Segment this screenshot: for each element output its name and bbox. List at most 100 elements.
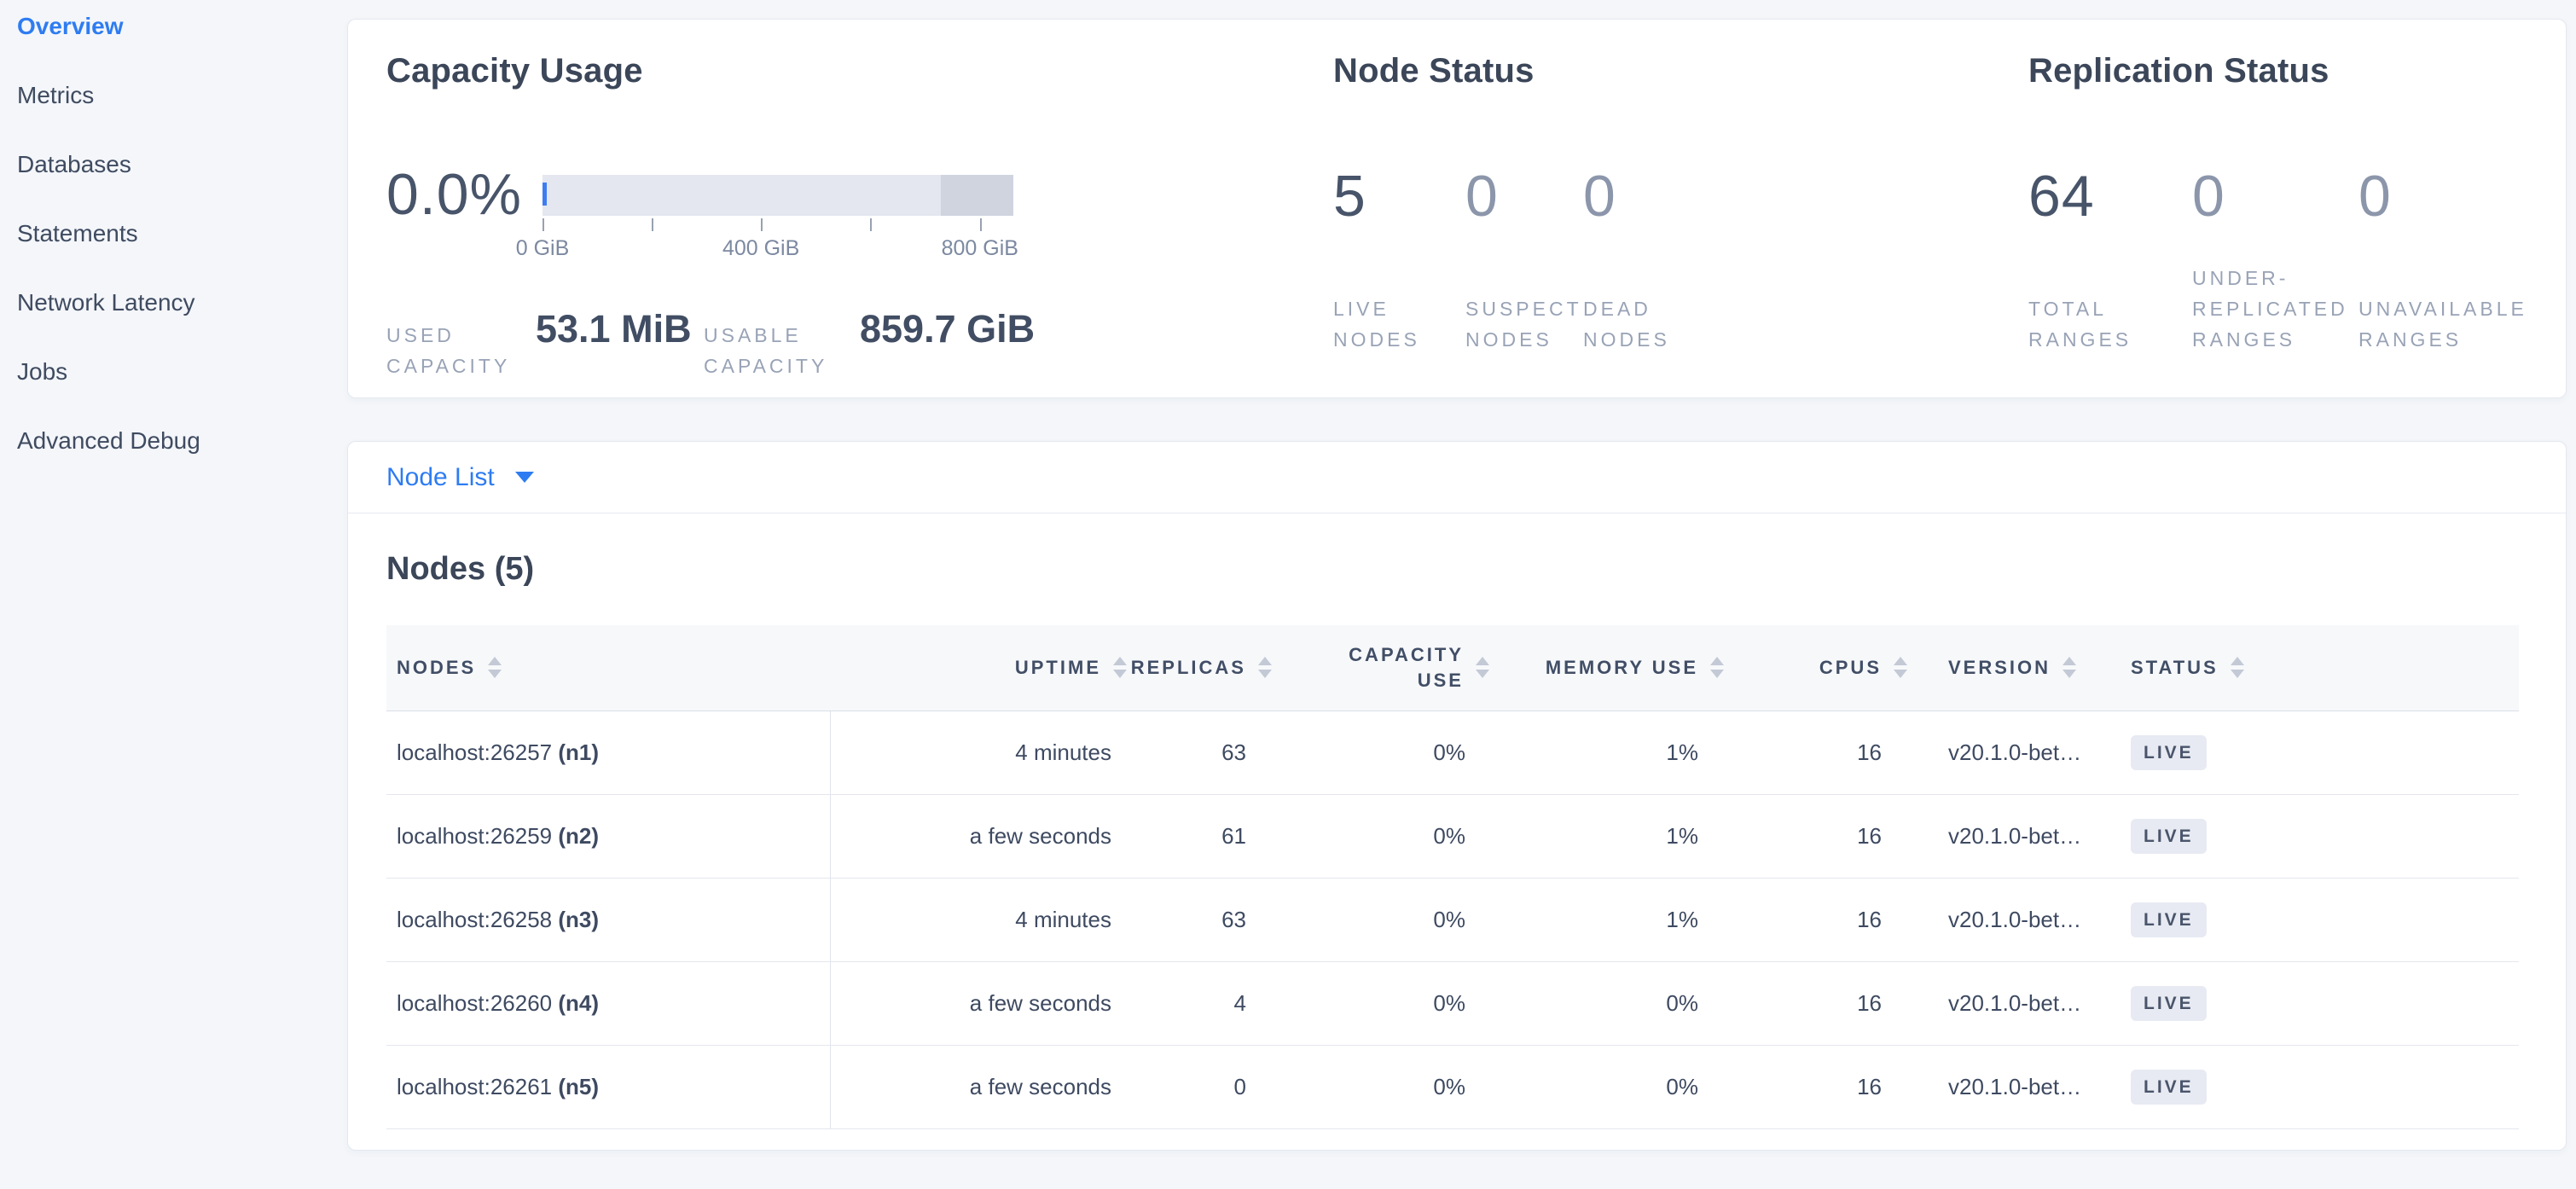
sort-icon — [2231, 657, 2244, 678]
table-row: localhost:26259 (n2) a few seconds 61 0%… — [386, 794, 2519, 878]
dead-nodes-label: DEAD NODES — [1583, 293, 2028, 355]
sort-icon — [1894, 657, 1907, 678]
chevron-down-icon — [515, 472, 534, 483]
status-cell: LIVE — [2109, 961, 2519, 1045]
unavailable-ranges-metric: 0 UNAVAILABLE RANGES — [2358, 167, 2527, 355]
node-address-cell[interactable]: localhost:26259 (n2) — [386, 794, 830, 878]
status-badge: LIVE — [2131, 1070, 2207, 1105]
axis-tick — [652, 218, 653, 231]
version-cell: v20.1.0-bet… — [1909, 878, 2109, 961]
column-header-capacity-use[interactable]: CAPACITY USE — [1273, 625, 1491, 710]
node-status-title: Node Status — [1333, 52, 2028, 90]
status-cell: LIVE — [2109, 1045, 2519, 1128]
nodes-table: NODES UPTIME REPLICAS — [386, 625, 2519, 1129]
capacity-use-cell: 0% — [1273, 1045, 1491, 1128]
table-row: localhost:26258 (n3) 4 minutes 63 0% 1% … — [386, 878, 2519, 961]
sort-icon — [1476, 657, 1489, 678]
capacity-usage-title: Capacity Usage — [386, 52, 1333, 90]
table-row: localhost:26257 (n1) 4 minutes 63 0% 1% … — [386, 710, 2519, 794]
usable-capacity-label: USABLE CAPACITY — [704, 320, 860, 381]
cpus-cell: 16 — [1726, 878, 1909, 961]
node-list-dropdown[interactable]: Node List — [386, 463, 534, 492]
uptime-cell: a few seconds — [830, 1045, 1128, 1128]
version-cell: v20.1.0-bet… — [1909, 961, 2109, 1045]
node-address-cell[interactable]: localhost:26257 (n1) — [386, 710, 830, 794]
sidebar-item-databases[interactable]: Databases — [17, 150, 347, 219]
cpus-cell: 16 — [1726, 961, 1909, 1045]
status-badge: LIVE — [2131, 986, 2207, 1021]
status-badge: LIVE — [2131, 902, 2207, 937]
sidebar-item-overview[interactable]: Overview — [17, 12, 347, 81]
sidebar-item-statements[interactable]: Statements — [17, 219, 347, 288]
column-header-version[interactable]: VERSION — [1909, 625, 2109, 710]
dead-nodes-value: 0 — [1583, 167, 2028, 225]
suspect-nodes-value: 0 — [1465, 167, 1583, 225]
axis-label-0gib: 0 GiB — [516, 236, 570, 261]
sidebar-item-jobs[interactable]: Jobs — [17, 357, 347, 426]
column-header-uptime[interactable]: UPTIME — [830, 625, 1128, 710]
capacity-bar-axis — [542, 218, 1013, 233]
capacity-use-cell: 0% — [1273, 878, 1491, 961]
replication-status-title: Replication Status — [2028, 52, 2527, 90]
status-cell: LIVE — [2109, 794, 2519, 878]
capacity-bar-chart: 0 GiB 400 GiB 800 GiB — [542, 175, 1013, 262]
sort-icon — [2063, 657, 2076, 678]
node-address-cell[interactable]: localhost:26258 (n3) — [386, 878, 830, 961]
capacity-usage-section: Capacity Usage 0.0% — [386, 52, 1333, 397]
total-ranges-value: 64 — [2028, 167, 2192, 225]
axis-tick — [870, 218, 872, 231]
capacity-usage-chart-row: 0.0% — [386, 165, 1333, 262]
memory-use-cell: 0% — [1491, 961, 1726, 1045]
uptime-cell: 4 minutes — [830, 878, 1128, 961]
live-nodes-metric: 5 LIVE NODES — [1333, 167, 1465, 355]
status-cell: LIVE — [2109, 878, 2519, 961]
replicas-cell: 63 — [1128, 878, 1273, 961]
cpus-cell: 16 — [1726, 710, 1909, 794]
uptime-cell: a few seconds — [830, 794, 1128, 878]
uptime-cell: 4 minutes — [830, 710, 1128, 794]
column-header-nodes[interactable]: NODES — [386, 625, 830, 710]
column-header-cpus[interactable]: CPUS — [1726, 625, 1909, 710]
suspect-nodes-label: SUSPECT NODES — [1465, 293, 1583, 355]
sort-icon — [488, 657, 502, 678]
sidebar-item-metrics[interactable]: Metrics — [17, 81, 347, 150]
memory-use-cell: 1% — [1491, 878, 1726, 961]
axis-tick — [542, 218, 544, 231]
main-content: Capacity Usage 0.0% — [347, 0, 2576, 1189]
node-address-cell[interactable]: localhost:26261 (n5) — [386, 1045, 830, 1128]
node-list-card: Node List Nodes (5) NODES — [347, 441, 2567, 1151]
total-ranges-label: TOTAL RANGES — [2028, 293, 2192, 355]
sort-icon — [1258, 657, 1272, 678]
version-cell: v20.1.0-bet… — [1909, 794, 2109, 878]
capacity-use-cell: 0% — [1273, 794, 1491, 878]
version-cell: v20.1.0-bet… — [1909, 1045, 2109, 1128]
status-badge: LIVE — [2131, 819, 2207, 854]
table-row: localhost:26261 (n5) a few seconds 0 0% … — [386, 1045, 2519, 1128]
under-replicated-ranges-label: UNDER- REPLICATED RANGES — [2192, 263, 2358, 355]
capacity-bar-used-marker — [542, 183, 547, 206]
dead-nodes-metric: 0 DEAD NODES — [1583, 167, 2028, 355]
sidebar-item-network-latency[interactable]: Network Latency — [17, 288, 347, 357]
node-address-cell[interactable]: localhost:26260 (n4) — [386, 961, 830, 1045]
capacity-use-cell: 0% — [1273, 961, 1491, 1045]
column-header-memory-use[interactable]: MEMORY USE — [1491, 625, 1726, 710]
column-header-status[interactable]: STATUS — [2109, 625, 2519, 710]
replication-status-section: Replication Status 64 TOTAL RANGES 0 UND… — [2028, 52, 2527, 397]
cpus-cell: 16 — [1726, 794, 1909, 878]
capacity-bar-track — [542, 175, 1013, 216]
replicas-cell: 63 — [1128, 710, 1273, 794]
capacity-use-cell: 0% — [1273, 710, 1491, 794]
memory-use-cell: 0% — [1491, 1045, 1726, 1128]
sort-icon — [1113, 657, 1127, 678]
nodes-section: Nodes (5) NODES — [348, 513, 2566, 1150]
used-capacity-value: 53.1 MiB — [536, 310, 704, 348]
node-list-dropdown-label: Node List — [386, 463, 495, 492]
cluster-summary-card: Capacity Usage 0.0% — [347, 19, 2567, 398]
suspect-nodes-metric: 0 SUSPECT NODES — [1465, 167, 1583, 355]
nodes-section-title: Nodes (5) — [386, 551, 2527, 588]
live-nodes-label: LIVE NODES — [1333, 293, 1465, 355]
view-selector-bar: Node List — [348, 442, 2566, 513]
column-header-replicas[interactable]: REPLICAS — [1128, 625, 1273, 710]
sidebar-item-advanced-debug[interactable]: Advanced Debug — [17, 426, 347, 496]
status-badge: LIVE — [2131, 735, 2207, 770]
